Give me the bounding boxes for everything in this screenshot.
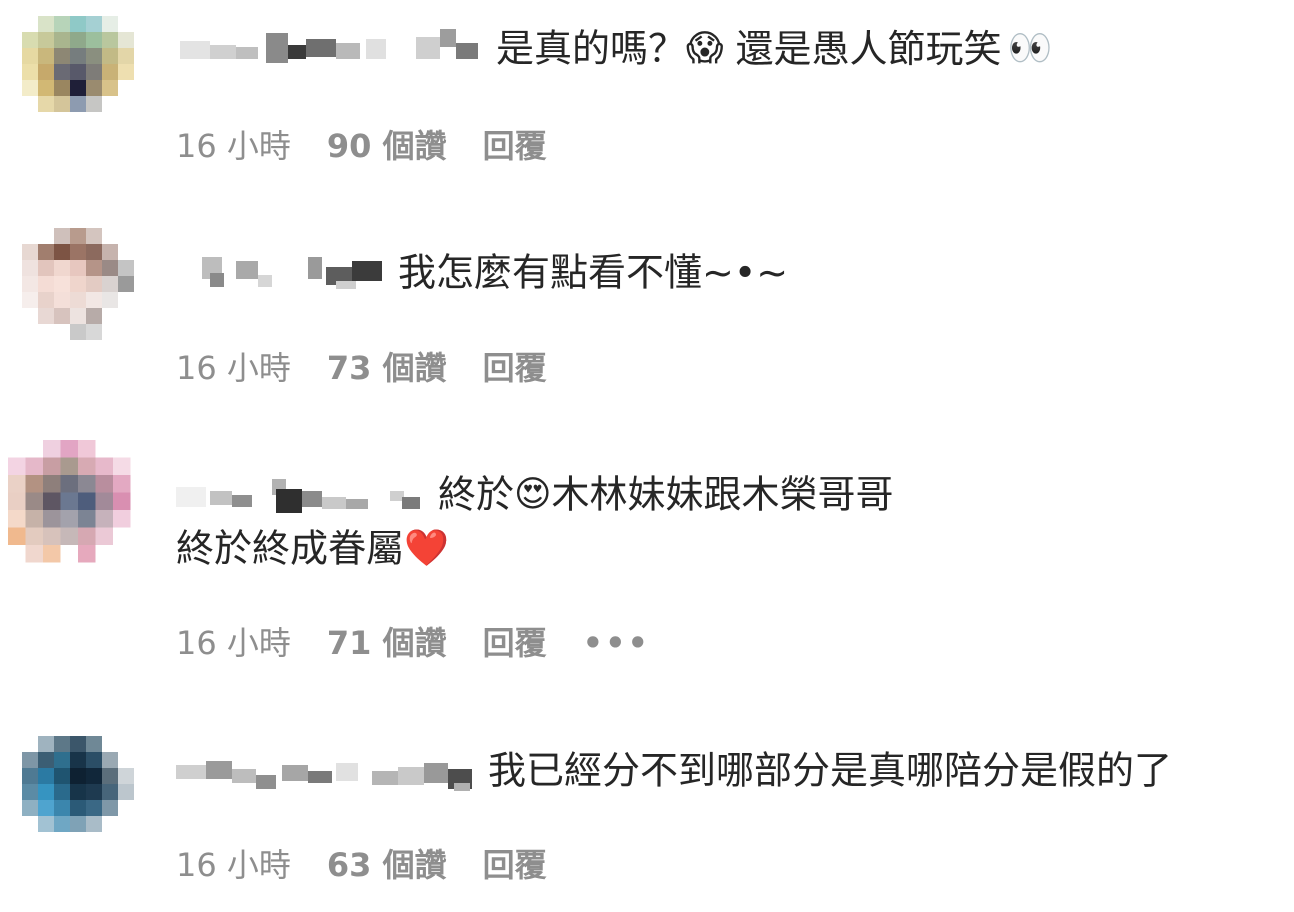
comment-meta: 16 小時 90 個讚 回覆 [176,126,583,166]
more-options-icon[interactable]: ••• [583,624,650,662]
timestamp: 16 小時 [176,349,291,387]
username-redacted[interactable] [176,473,428,517]
timestamp: 16 小時 [176,624,291,662]
comment-body: 我怎麼有點看不懂~•~ [176,242,788,301]
comment-text: 我怎麼有點看不懂~•~ [398,250,789,295]
comment-meta: 16 小時 71 個讚 回覆 ••• [176,623,686,663]
likes-count[interactable]: 71 個讚 [327,624,447,662]
red-heart-emoji-icon: ❤️ [404,527,449,569]
comment-text: 終於 [438,472,515,517]
comment-body: 終於😍木林妹妹跟木榮哥哥 [176,464,894,523]
likes-count[interactable]: 63 個讚 [327,846,447,884]
comment-meta: 16 小時 73 個讚 回覆 [176,348,583,388]
comment-body: 我已經分不到哪部分是真哪陪分是假的了 [176,740,1172,799]
reply-button[interactable]: 回覆 [483,349,547,387]
avatar[interactable] [22,736,150,864]
comment-text: 終於終成眷屬 [176,526,405,571]
username-redacted[interactable] [176,27,486,71]
avatar[interactable] [22,16,150,144]
comment-text: 還是愚人節玩笑 [735,26,1002,71]
scream-emoji-icon: 😱 [686,27,724,69]
avatar[interactable] [8,440,148,580]
timestamp: 16 小時 [176,846,291,884]
eyes-emoji-icon: 👀 [1007,27,1053,69]
comment-text: 我已經分不到哪部分是真哪陪分是假的了 [488,748,1173,793]
reply-button[interactable]: 回覆 [483,846,547,884]
reply-button[interactable]: 回覆 [483,624,547,662]
reply-button[interactable]: 回覆 [483,127,547,165]
comment-text: 木林妹妹跟木榮哥哥 [551,472,894,517]
likes-count[interactable]: 73 個讚 [327,349,447,387]
timestamp: 16 小時 [176,127,291,165]
comment-meta: 16 小時 63 個讚 回覆 [176,845,583,885]
avatar[interactable] [22,228,150,356]
likes-count[interactable]: 90 個讚 [327,127,447,165]
heart-eyes-emoji-icon: 😍 [514,473,552,515]
username-redacted[interactable] [176,749,478,793]
comment-body: 是真的嗎？😱 還是愚人節玩笑 👀 [176,18,1052,77]
username-redacted[interactable] [176,251,388,295]
comment-text: 是真的嗎？ [496,26,687,71]
comment-body-line-2: 終於終成眷屬❤️ [176,518,449,577]
